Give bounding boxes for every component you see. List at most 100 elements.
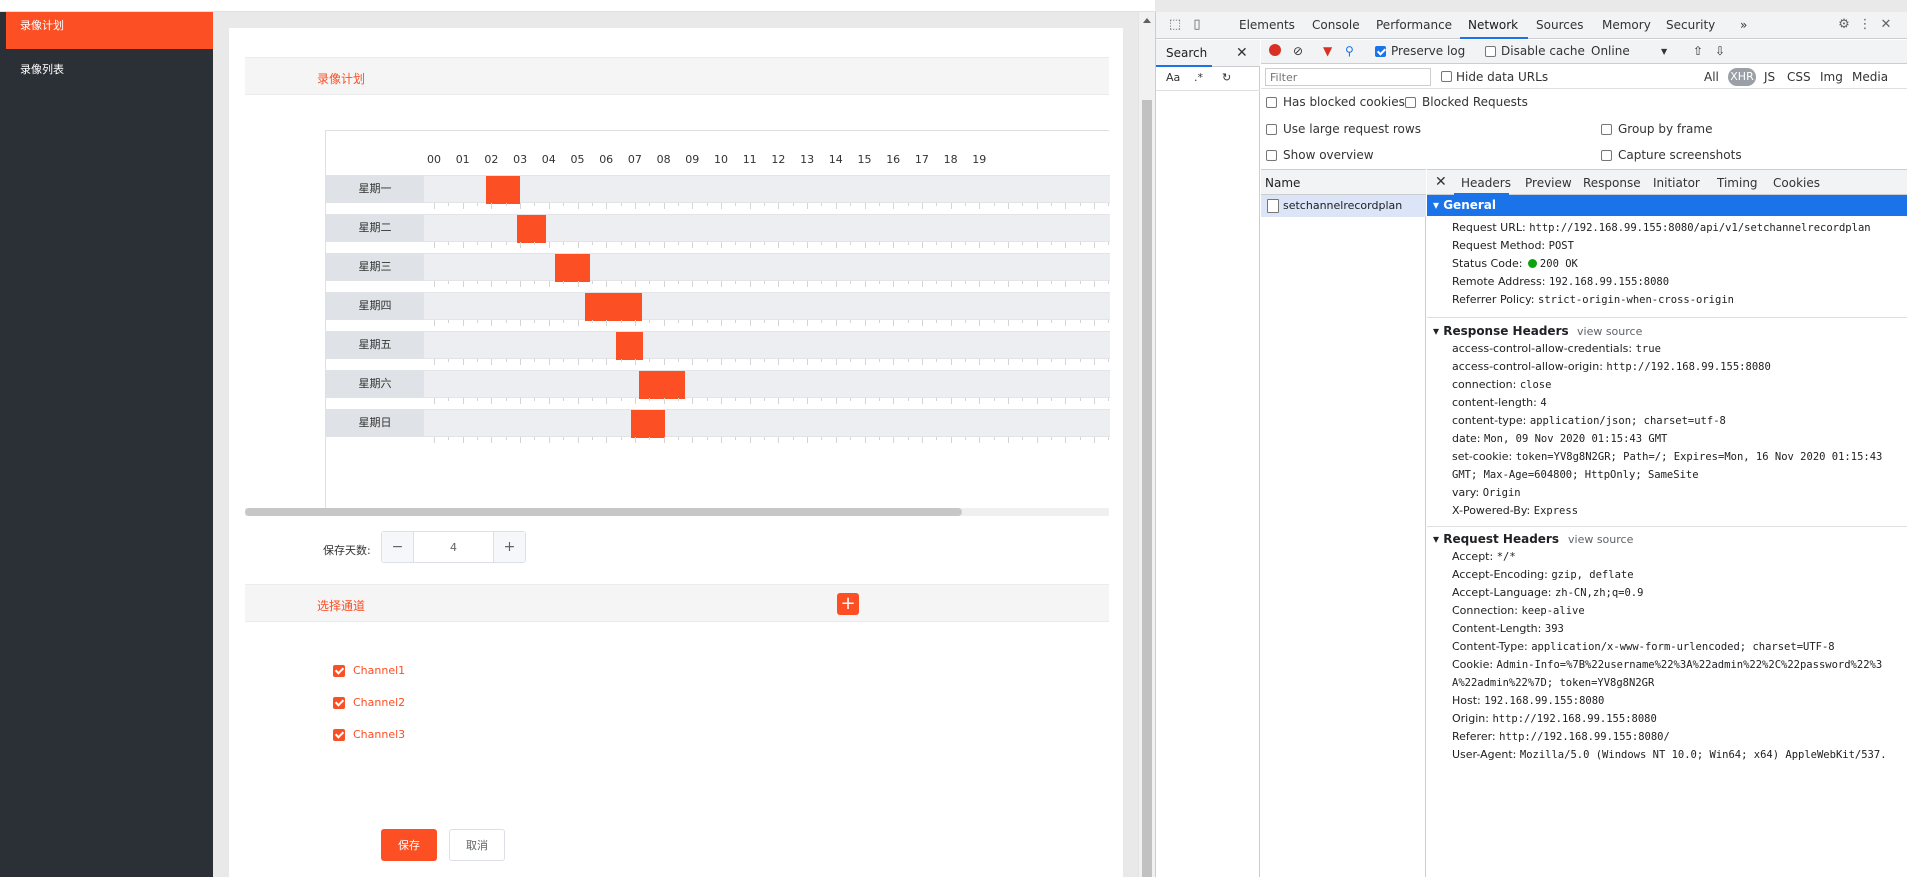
refresh-icon[interactable]: ↻ (1222, 71, 1231, 84)
filter-type-media[interactable]: Media (1852, 70, 1888, 84)
detail-tab-response[interactable]: Response (1583, 176, 1641, 190)
inspect-element-icon[interactable]: ⬚ (1167, 17, 1183, 33)
filter-type-js[interactable]: JS (1764, 70, 1775, 84)
response-headers-title[interactable]: ▾ Response Headers (1433, 324, 1569, 338)
retention-increase-button[interactable]: + (493, 532, 525, 562)
search-icon[interactable]: ⚲ (1345, 44, 1354, 58)
add-channel-button[interactable]: + (837, 593, 859, 615)
day-row[interactable]: 星期六 (326, 370, 1110, 404)
day-track[interactable] (424, 175, 1110, 204)
throttling-select[interactable]: Online (1591, 44, 1630, 58)
day-label: 星期一 (326, 175, 424, 203)
tab-sources[interactable]: Sources (1536, 18, 1583, 32)
page-scrollbar-thumb[interactable] (1142, 100, 1152, 877)
import-har-icon[interactable]: ⇧ (1693, 44, 1703, 58)
filter-input[interactable] (1265, 68, 1431, 86)
day-track[interactable] (424, 292, 1110, 321)
half-hour-tick (1108, 437, 1110, 440)
preserve-log-checkbox[interactable] (1375, 46, 1386, 57)
detail-tab-timing[interactable]: Timing (1717, 176, 1758, 190)
has-blocked-cookies-checkbox[interactable] (1266, 97, 1277, 108)
save-button[interactable]: 保存 (381, 829, 437, 861)
close-search-icon[interactable]: ✕ (1236, 45, 1248, 61)
retention-decrease-button[interactable]: − (382, 532, 414, 562)
capture-screenshots-checkbox[interactable] (1601, 150, 1612, 161)
tab-memory[interactable]: Memory (1602, 18, 1651, 32)
recording-slot[interactable] (639, 371, 686, 399)
detail-tab-initiator[interactable]: Initiator (1653, 176, 1700, 190)
detail-tab-cookies[interactable]: Cookies (1773, 176, 1820, 190)
name-column-header[interactable]: Name (1265, 176, 1300, 190)
tab-elements[interactable]: Elements (1239, 18, 1295, 32)
hour-tick (634, 242, 636, 248)
day-track[interactable] (424, 214, 1110, 243)
half-hour-tick (477, 320, 479, 323)
record-icon[interactable] (1269, 44, 1281, 59)
day-row[interactable]: 星期五 (326, 331, 1110, 365)
tab-security[interactable]: Security (1666, 18, 1715, 32)
export-har-icon[interactable]: ⇩ (1715, 44, 1725, 58)
sidebar-item-record-plan[interactable]: 录像计划 (6, 12, 213, 49)
hour-tick (1065, 359, 1067, 365)
group-by-frame-checkbox[interactable] (1601, 124, 1612, 135)
recording-slot[interactable] (616, 332, 644, 360)
scroll-up-arrow-icon[interactable] (1143, 18, 1151, 23)
day-row[interactable]: 星期一 (326, 175, 1110, 209)
filter-bar: Hide data URLs All XHR JS CSS Img Media (1261, 65, 1907, 89)
recording-slot[interactable] (584, 293, 643, 321)
header-key: Status Code: (1452, 257, 1523, 270)
filter-type-xhr[interactable]: XHR (1728, 68, 1756, 86)
day-row[interactable]: 星期二 (326, 214, 1110, 248)
filter-type-css[interactable]: CSS (1787, 70, 1811, 84)
schedule-scrollbar-thumb[interactable] (245, 508, 962, 516)
blocked-requests-checkbox[interactable] (1405, 97, 1416, 108)
day-track[interactable] (424, 253, 1110, 282)
general-section-header[interactable]: ▾ General (1427, 195, 1907, 216)
filter-icon[interactable]: ▼ (1323, 44, 1332, 58)
retention-days-input[interactable] (414, 532, 493, 562)
cancel-button[interactable]: 取消 (449, 829, 505, 861)
close-detail-icon[interactable]: ✕ (1435, 174, 1447, 190)
tab-network[interactable]: Network (1468, 18, 1518, 32)
recording-slot[interactable] (554, 254, 591, 282)
tab-console[interactable]: Console (1312, 18, 1360, 32)
more-options-icon[interactable]: ⋮ (1857, 17, 1873, 33)
schedule-grid[interactable]: 00 01 02 03 04 05 06 07 08 09 10 11 12 13 14 15 16 17 18 19… (325, 130, 1110, 508)
close-devtools-icon[interactable]: ✕ (1878, 17, 1894, 33)
response-view-source-link[interactable]: view source (1577, 325, 1642, 338)
regex-icon[interactable]: .* (1194, 71, 1203, 84)
settings-gear-icon[interactable]: ⚙ (1836, 17, 1852, 33)
match-case-icon[interactable]: Aa (1166, 71, 1180, 84)
header-row: access-control-allow-credentials: true (1452, 342, 1661, 355)
day-row[interactable]: 星期日 (326, 409, 1110, 443)
large-rows-checkbox[interactable] (1266, 124, 1277, 135)
recording-slot[interactable] (630, 410, 666, 438)
device-toolbar-icon[interactable]: ▯ (1189, 17, 1205, 33)
hour-tick (434, 398, 435, 404)
header-value: true (1635, 343, 1661, 355)
hide-data-urls-checkbox[interactable] (1441, 71, 1452, 82)
detail-tab-preview[interactable]: Preview (1525, 176, 1572, 190)
request-view-source-link[interactable]: view source (1568, 533, 1633, 546)
search-pane-title[interactable]: Search (1166, 46, 1207, 60)
request-headers-title[interactable]: ▾ Request Headers (1433, 532, 1559, 546)
filter-type-img[interactable]: Img (1820, 70, 1843, 84)
tab-performance[interactable]: Performance (1376, 18, 1452, 32)
disable-cache-checkbox[interactable] (1485, 46, 1496, 57)
recording-slot[interactable] (517, 215, 546, 243)
day-row[interactable]: 星期四 (326, 292, 1110, 326)
detail-tab-headers[interactable]: Headers (1461, 176, 1511, 190)
sidebar-item-record-list[interactable]: 录像列表 (6, 56, 213, 93)
more-tabs-icon[interactable]: » (1740, 18, 1747, 32)
day-track[interactable] (424, 331, 1110, 360)
request-row[interactable]: setchannelrecordplan (1261, 195, 1426, 217)
recording-slot[interactable] (485, 176, 521, 204)
day-track[interactable] (424, 370, 1110, 399)
filter-type-all[interactable]: All (1704, 70, 1719, 84)
day-row[interactable]: 星期三 (326, 253, 1110, 287)
day-track[interactable] (424, 409, 1110, 438)
clear-icon[interactable]: ⊘ (1293, 44, 1303, 58)
dropdown-arrow-icon[interactable]: ▼ (1661, 47, 1667, 56)
show-overview-checkbox[interactable] (1266, 150, 1277, 161)
hour-tick (1008, 203, 1009, 209)
